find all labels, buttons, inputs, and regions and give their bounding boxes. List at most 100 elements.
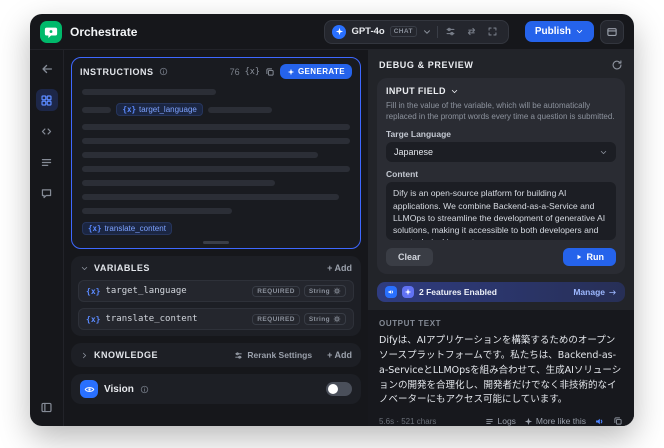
copy-icon[interactable] bbox=[613, 416, 623, 426]
clear-button[interactable]: Clear bbox=[386, 248, 433, 267]
scroll-indicator[interactable] bbox=[203, 241, 229, 244]
publish-toolbar: Publish bbox=[524, 19, 624, 44]
logs-list-icon bbox=[486, 419, 494, 424]
instructions-header: INSTRUCTIONS 76 {x} GENERATE bbox=[72, 58, 360, 83]
required-badge: REQUIRED bbox=[252, 313, 300, 325]
refresh-icon[interactable] bbox=[611, 59, 623, 71]
annotation-icon[interactable] bbox=[36, 182, 58, 204]
collapse-sidebar-icon[interactable] bbox=[36, 396, 58, 418]
model-provider-icon bbox=[332, 24, 347, 39]
skeleton-line bbox=[82, 194, 340, 200]
debug-preview-panel: DEBUG & PREVIEW INPUT FIELD Fill in the … bbox=[368, 50, 634, 426]
text-to-speech-icon bbox=[385, 286, 397, 299]
target-language-select[interactable]: Japanese bbox=[386, 142, 616, 163]
more-like-this-button[interactable]: More like this bbox=[524, 416, 586, 426]
copy-icon[interactable] bbox=[265, 67, 275, 77]
app-logo[interactable] bbox=[40, 20, 62, 43]
logs-list-icon[interactable] bbox=[36, 151, 58, 173]
type-badge[interactable]: String bbox=[303, 285, 346, 297]
model-selector[interactable]: GPT-4o CHAT bbox=[324, 19, 509, 44]
selected-value: Japanese bbox=[394, 147, 434, 158]
orchestrate-icon[interactable] bbox=[35, 89, 58, 111]
skeleton-line bbox=[82, 180, 275, 186]
more-like-this-icon bbox=[402, 286, 414, 299]
swap-icon[interactable] bbox=[464, 24, 480, 40]
add-knowledge-button[interactable]: + Add bbox=[327, 350, 352, 360]
skeleton-line bbox=[82, 166, 350, 172]
publish-label: Publish bbox=[534, 26, 571, 37]
back-arrow-icon[interactable] bbox=[36, 58, 58, 80]
features-label: 2 Features Enabled bbox=[419, 287, 497, 298]
run-label: Run bbox=[586, 252, 605, 263]
input-field-card: INPUT FIELD Fill in the value of the var… bbox=[377, 78, 625, 275]
rerank-settings-button[interactable]: Rerank Settings bbox=[234, 350, 312, 360]
app-window: Orchestrate GPT-4o CHAT Publish INSTRUCT… bbox=[30, 14, 634, 426]
debug-header: DEBUG & PREVIEW bbox=[368, 50, 634, 78]
toggle-knob bbox=[328, 384, 338, 394]
manage-features-button[interactable]: Manage bbox=[573, 287, 617, 297]
braces-icon: {x} bbox=[86, 314, 101, 324]
skeleton-line bbox=[82, 138, 350, 144]
skeleton-line bbox=[82, 89, 216, 95]
output-footer: 5.6s · 521 chars Logs More like this bbox=[379, 416, 623, 426]
api-code-icon[interactable] bbox=[36, 120, 58, 142]
variable-chip[interactable]: {x} translate_content bbox=[82, 222, 172, 235]
instructions-editor[interactable]: {x} target_language {x} translate_conten… bbox=[72, 83, 360, 248]
page-title: Orchestrate bbox=[70, 24, 138, 39]
preview-window-button[interactable] bbox=[600, 19, 624, 44]
gear-icon bbox=[333, 287, 341, 295]
variable-chip-label: target_language bbox=[139, 105, 197, 114]
braces-icon[interactable]: {x} bbox=[245, 67, 260, 77]
topbar: Orchestrate GPT-4o CHAT Publish bbox=[30, 14, 634, 50]
publish-button[interactable]: Publish bbox=[524, 21, 594, 42]
knowledge-header[interactable]: KNOWLEDGE Rerank Settings + Add bbox=[71, 343, 361, 367]
window-icon bbox=[607, 27, 617, 36]
features-bar[interactable]: 2 Features Enabled Manage bbox=[377, 282, 625, 303]
input-field-header[interactable]: INPUT FIELD bbox=[386, 86, 616, 96]
model-name: GPT-4o bbox=[351, 26, 385, 37]
target-language-label: Targe Language bbox=[386, 129, 452, 140]
type-label: String bbox=[308, 315, 330, 323]
variables-header[interactable]: VARIABLES + Add bbox=[71, 256, 361, 280]
output-text: Difyは、AIアプリケーションを構築するためのオープンソースプラットフォームで… bbox=[379, 335, 622, 406]
divider bbox=[436, 25, 438, 38]
variable-row[interactable]: {x} target_language REQUIRED String bbox=[78, 280, 354, 302]
input-field-title: INPUT FIELD bbox=[386, 86, 446, 96]
chevron-down-icon bbox=[576, 29, 583, 34]
gear-icon bbox=[333, 315, 341, 323]
maximize-icon[interactable] bbox=[485, 24, 501, 40]
variables-title: VARIABLES bbox=[94, 263, 150, 273]
variable-row[interactable]: {x} translate_content REQUIRED String bbox=[78, 308, 354, 330]
speaker-icon[interactable] bbox=[594, 416, 605, 426]
content-label: Content bbox=[386, 169, 419, 180]
variable-chip[interactable]: {x} target_language bbox=[116, 103, 203, 116]
instructions-panel: INSTRUCTIONS 76 {x} GENERATE {x} target_… bbox=[71, 57, 361, 249]
skeleton-line bbox=[207, 106, 273, 113]
logs-button[interactable]: Logs bbox=[485, 416, 516, 426]
logs-label: Logs bbox=[497, 416, 516, 426]
more-like-this-label: More like this bbox=[535, 416, 586, 426]
sliders-icon[interactable] bbox=[443, 24, 459, 40]
input-field-description: Fill in the value of the variable, which… bbox=[386, 101, 615, 122]
skeleton-line bbox=[82, 208, 233, 214]
variable-chip-label: translate_content bbox=[104, 224, 166, 233]
vision-toggle[interactable] bbox=[326, 382, 352, 396]
chevron-down-icon bbox=[599, 148, 608, 157]
generate-button[interactable]: GENERATE bbox=[279, 64, 352, 79]
run-button[interactable]: Run bbox=[562, 248, 616, 267]
braces-icon: {x} bbox=[122, 105, 137, 114]
model-toolbar: GPT-4o CHAT bbox=[324, 19, 509, 44]
content-textarea[interactable]: Dify is an open-source platform for buil… bbox=[386, 182, 616, 241]
chevron-down-icon bbox=[80, 264, 89, 273]
action-row: Clear Run bbox=[386, 248, 616, 267]
type-badge[interactable]: String bbox=[303, 313, 346, 325]
vision-card: Vision bbox=[71, 374, 361, 404]
skeleton-line bbox=[82, 124, 350, 130]
variable-name: target_language bbox=[105, 286, 187, 296]
play-icon bbox=[577, 255, 581, 260]
generate-label: GENERATE bbox=[297, 67, 345, 76]
vision-label: Vision bbox=[104, 383, 134, 395]
char-count: 76 bbox=[229, 66, 240, 77]
add-variable-button[interactable]: + Add bbox=[327, 263, 352, 273]
rerank-label: Rerank Settings bbox=[247, 350, 313, 360]
